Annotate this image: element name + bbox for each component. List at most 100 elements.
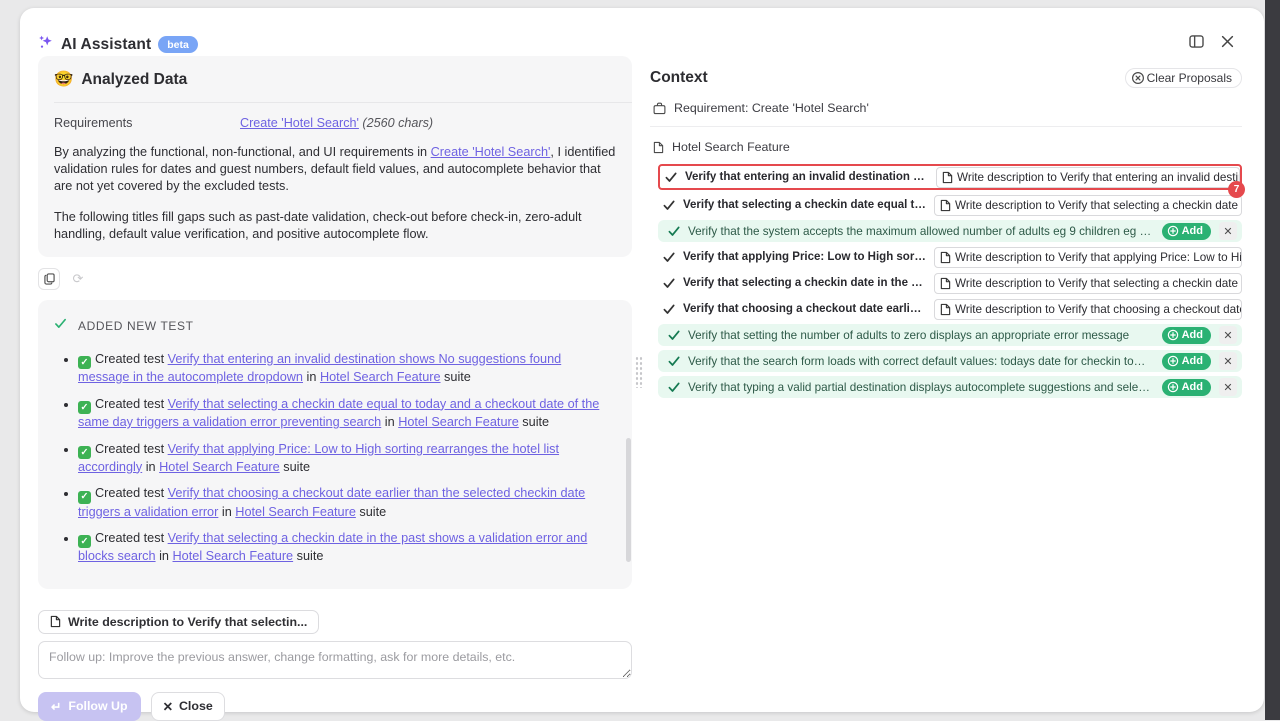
assistant-response-panel: 🤓Analyzed Data Requirements Create 'Hote… bbox=[38, 56, 632, 721]
write-description-chip[interactable]: Write description to Verify that applyin… bbox=[934, 247, 1242, 268]
check-icon bbox=[54, 317, 67, 335]
hotel-search-link[interactable]: Create 'Hotel Search' bbox=[431, 145, 551, 159]
analyzed-data-card: 🤓Analyzed Data Requirements Create 'Hote… bbox=[38, 56, 632, 257]
success-check-icon bbox=[78, 535, 91, 548]
test-title: Verify that typing a valid partial desti… bbox=[688, 381, 1154, 394]
context-test-row: Verify that the search form loads with c… bbox=[658, 350, 1242, 372]
created-test-item: Created test Verify that selecting a che… bbox=[78, 396, 616, 432]
created-test-item: Created test Verify that choosing a chec… bbox=[78, 485, 616, 521]
check-icon bbox=[663, 252, 675, 263]
suite-link[interactable]: Hotel Search Feature bbox=[173, 549, 294, 563]
clear-proposals-button[interactable]: Clear Proposals bbox=[1125, 68, 1242, 88]
suite-link[interactable]: Hotel Search Feature bbox=[159, 460, 280, 474]
enter-icon: ↵ bbox=[51, 699, 61, 714]
check-icon bbox=[665, 172, 677, 183]
follow-up-input[interactable] bbox=[38, 641, 632, 679]
highlight-count-badge: 7 bbox=[1228, 181, 1245, 198]
write-description-chip[interactable]: Write description to Verify that enterin… bbox=[936, 167, 1240, 188]
requirements-value: Create 'Hotel Search' (2560 chars) bbox=[240, 116, 433, 130]
background-right-strip bbox=[1265, 0, 1280, 720]
check-icon bbox=[663, 200, 675, 211]
check-icon bbox=[663, 278, 675, 289]
test-title: Verify that entering an invalid destinat… bbox=[685, 171, 928, 183]
success-check-icon bbox=[78, 401, 91, 414]
requirement-link[interactable]: Create 'Hotel Search' bbox=[240, 116, 359, 130]
close-icon: ✕ bbox=[163, 699, 173, 714]
circle-plus-icon bbox=[1167, 329, 1179, 341]
success-check-icon bbox=[78, 356, 91, 369]
file-icon bbox=[940, 199, 951, 212]
add-button[interactable]: Add bbox=[1162, 327, 1211, 344]
analyzed-data-title: 🤓Analyzed Data bbox=[54, 70, 616, 89]
suite-link[interactable]: Hotel Search Feature bbox=[235, 505, 356, 519]
test-title: Verify that the system accepts the maxim… bbox=[688, 225, 1154, 238]
added-new-test-card: ADDED NEW TEST Created test Verify that … bbox=[38, 300, 632, 589]
file-icon bbox=[942, 171, 953, 184]
divider bbox=[54, 102, 632, 103]
close-button[interactable]: ✕Close bbox=[151, 692, 225, 721]
context-test-row: Verify that entering an invalid destinat… bbox=[660, 166, 1240, 188]
test-title: Verify that selecting a checkin date in … bbox=[683, 277, 926, 289]
analyzed-emoji: 🤓 bbox=[54, 70, 73, 89]
context-test-row: Verify that selecting a checkin date in … bbox=[658, 272, 1242, 294]
created-test-item: Created test Verify that applying Price:… bbox=[78, 441, 616, 477]
copy-button[interactable] bbox=[38, 268, 60, 290]
created-test-item: Created test Verify that selecting a che… bbox=[78, 530, 616, 566]
context-test-row: Verify that setting the number of adults… bbox=[658, 324, 1242, 346]
ai-assistant-dialog: AI Assistant beta 🤓Analyzed Data Require… bbox=[20, 8, 1264, 712]
write-description-chip[interactable]: Write description to Verify that selecti… bbox=[934, 195, 1242, 216]
circle-plus-icon bbox=[1167, 225, 1179, 237]
file-icon bbox=[940, 251, 951, 264]
add-button[interactable]: Add bbox=[1162, 353, 1211, 370]
sparkles-icon bbox=[38, 34, 54, 55]
context-test-row: Verify that applying Price: Low to High … bbox=[658, 246, 1242, 268]
test-title: Verify that applying Price: Low to High … bbox=[683, 251, 926, 263]
added-new-test-title: ADDED NEW TEST bbox=[78, 319, 194, 333]
created-test-item: Created test Verify that entering an inv… bbox=[78, 351, 616, 387]
circle-x-icon bbox=[1131, 71, 1145, 85]
side-panel-toggle-icon[interactable] bbox=[1189, 35, 1204, 48]
highlighted-proposal: Verify that entering an invalid destinat… bbox=[658, 164, 1242, 190]
circle-plus-icon bbox=[1167, 381, 1179, 393]
context-requirement-row: Requirement: Create 'Hotel Search' bbox=[650, 101, 1242, 115]
circle-plus-icon bbox=[1167, 355, 1179, 367]
success-check-icon bbox=[78, 491, 91, 504]
regenerate-button[interactable]: ⟳ bbox=[67, 268, 89, 290]
app-title: AI Assistant bbox=[61, 36, 151, 54]
dismiss-button[interactable]: ✕ bbox=[1219, 222, 1237, 240]
context-test-row: Verify that the system accepts the maxim… bbox=[658, 220, 1242, 242]
follow-up-button[interactable]: ↵Follow Up bbox=[38, 692, 141, 721]
suite-link[interactable]: Hotel Search Feature bbox=[398, 415, 519, 429]
write-description-chip[interactable]: Write description to Verify that selecti… bbox=[934, 273, 1242, 294]
divider bbox=[650, 126, 1242, 127]
write-description-chip[interactable]: Write description to Verify that selecti… bbox=[38, 610, 319, 634]
dismiss-button[interactable]: ✕ bbox=[1219, 326, 1237, 344]
test-title: Verify that setting the number of adults… bbox=[688, 329, 1154, 342]
analysis-paragraph-1: By analyzing the functional, non-functio… bbox=[54, 144, 616, 195]
close-dialog-icon[interactable] bbox=[1221, 35, 1234, 48]
check-icon bbox=[668, 226, 680, 237]
dismiss-button[interactable]: ✕ bbox=[1219, 378, 1237, 396]
write-description-chip[interactable]: Write description to Verify that choosin… bbox=[934, 299, 1242, 320]
file-icon bbox=[940, 303, 951, 316]
analysis-paragraph-2: The following titles fill gaps such as p… bbox=[54, 209, 616, 243]
panel-resize-handle[interactable] bbox=[635, 356, 643, 388]
check-icon bbox=[663, 304, 675, 315]
context-test-row: Verify that selecting a checkin date equ… bbox=[658, 194, 1242, 216]
dialog-header: AI Assistant beta bbox=[38, 34, 198, 55]
briefcase-icon bbox=[653, 102, 666, 115]
suite-link[interactable]: Hotel Search Feature bbox=[320, 370, 441, 384]
test-title: Verify that choosing a checkout date ear… bbox=[683, 303, 926, 315]
check-icon bbox=[668, 382, 680, 393]
context-feature-row: Hotel Search Feature bbox=[650, 140, 1242, 154]
requirement-chars: (2560 chars) bbox=[359, 116, 433, 130]
file-icon bbox=[940, 277, 951, 290]
add-button[interactable]: Add bbox=[1162, 223, 1211, 240]
success-check-icon bbox=[78, 446, 91, 459]
add-button[interactable]: Add bbox=[1162, 379, 1211, 396]
context-panel: Context Clear Proposals Requirement: Cre… bbox=[650, 68, 1242, 398]
context-title: Context bbox=[650, 69, 708, 87]
left-scrollbar-thumb[interactable] bbox=[626, 438, 631, 562]
dismiss-button[interactable]: ✕ bbox=[1219, 352, 1237, 370]
context-test-row: Verify that typing a valid partial desti… bbox=[658, 376, 1242, 398]
